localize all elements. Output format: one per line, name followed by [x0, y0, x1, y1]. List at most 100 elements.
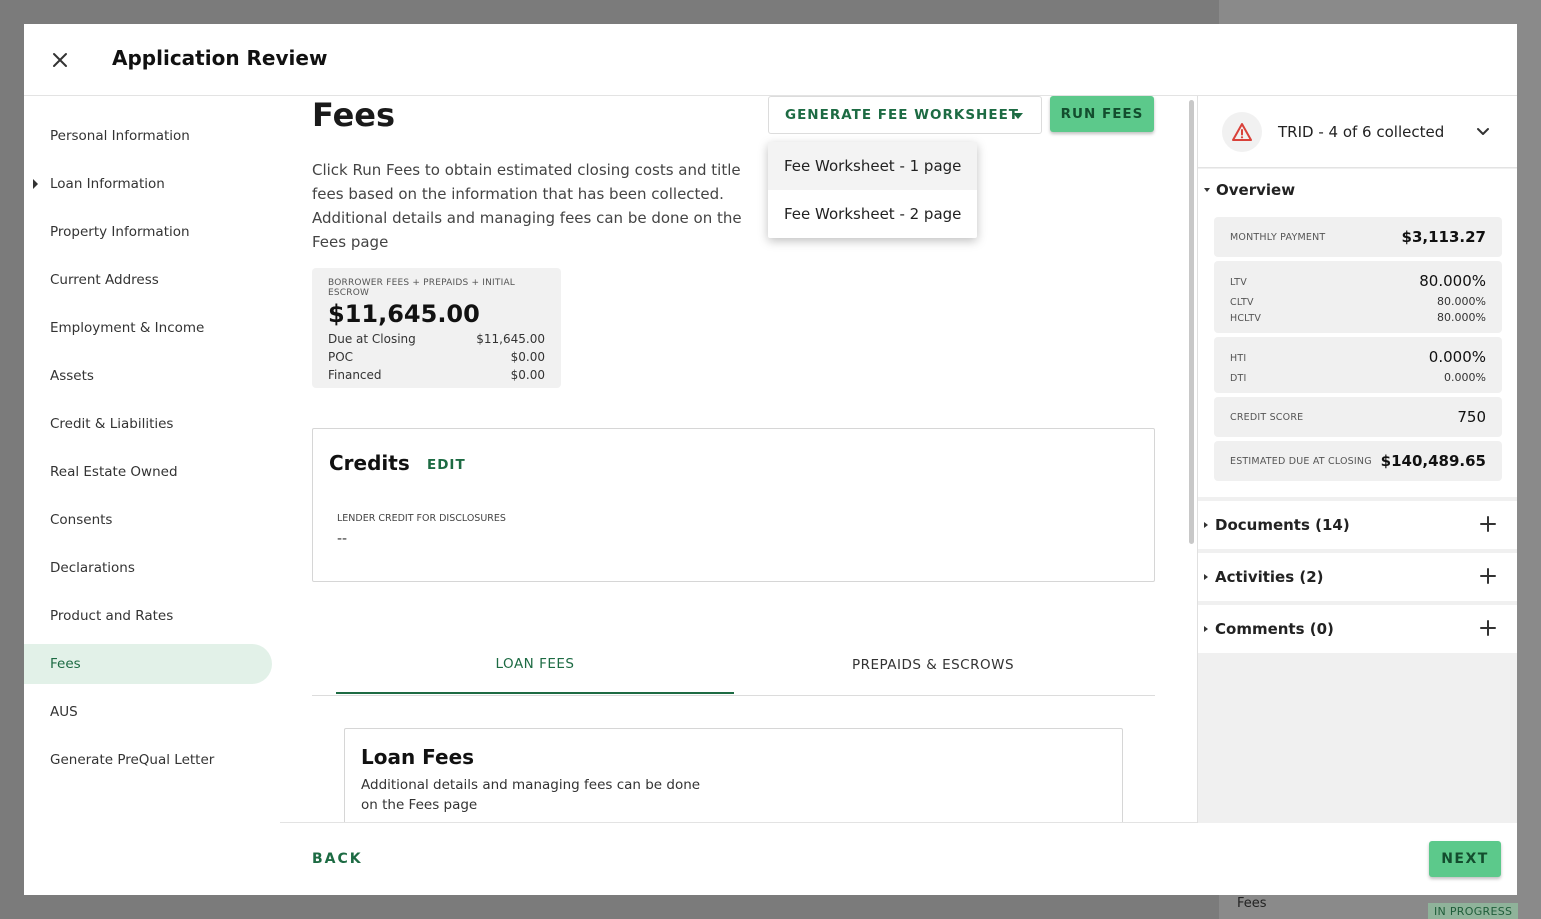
generate-fee-worksheet-button[interactable]: GENERATE FEE WORKSHEET [768, 96, 1042, 134]
run-fees-button[interactable]: RUN FEES [1050, 96, 1154, 132]
generate-fee-worksheet-label: GENERATE FEE WORKSHEET [785, 107, 1020, 123]
sidebar-item-fees[interactable]: Fees [24, 644, 272, 684]
documents-title: Documents (14) [1215, 516, 1350, 534]
fee-row-value: $11,645.00 [476, 332, 545, 346]
fee-tabs: LOAN FEES PREPAIDS & ESCROWS [312, 636, 1155, 696]
modal-header: Application Review [24, 24, 1517, 96]
overview-header[interactable]: Overview [1204, 181, 1295, 199]
sidebar-item-current-address[interactable]: Current Address [24, 260, 272, 300]
loan-fees-title: Loan Fees [361, 745, 475, 769]
activities-section: Activities (2) [1198, 553, 1517, 601]
caret-down-icon [1013, 113, 1023, 119]
expand-caret-icon [1204, 626, 1208, 632]
background-fees-label: Fees [1237, 896, 1267, 911]
sidebar-item-label: Employment & Income [50, 320, 205, 336]
activities-title: Activities (2) [1215, 568, 1324, 586]
sidebar-item-credit-liabilities[interactable]: Credit & Liabilities [24, 404, 272, 444]
sidebar-item-property-information[interactable]: Property Information [24, 212, 272, 252]
sidebar-item-loan-information[interactable]: Loan Information [24, 164, 272, 204]
tab-loan-fees[interactable]: LOAN FEES [336, 636, 734, 694]
estimated-due-box: ESTIMATED DUE AT CLOSING $140,489.65 [1214, 441, 1502, 481]
expand-caret-icon [33, 179, 38, 189]
estimated-due-label: ESTIMATED DUE AT CLOSING [1230, 456, 1372, 467]
sidebar-item-real-estate-owned[interactable]: Real Estate Owned [24, 452, 272, 492]
fee-summary-kicker: BORROWER FEES + PREPAIDS + INITIAL ESCRO… [328, 278, 516, 298]
fee-worksheet-dropdown: Fee Worksheet - 1 page Fee Worksheet - 2… [768, 142, 977, 238]
application-review-modal: Application Review Personal Information … [24, 24, 1517, 895]
lender-credit-label: LENDER CREDIT FOR DISCLOSURES [337, 513, 506, 524]
loan-fees-description: Additional details and managing fees can… [361, 777, 701, 813]
hti-value: 0.000% [1428, 348, 1486, 366]
close-button[interactable] [46, 46, 74, 74]
sidebar-nav: Personal Information Loan Information Pr… [24, 96, 280, 895]
add-comment-icon[interactable] [1480, 620, 1496, 636]
main-scrollbar[interactable] [1189, 100, 1194, 544]
summary-panel: TRID - 4 of 6 collected Overview MONTHLY… [1197, 96, 1517, 823]
sidebar-item-product-and-rates[interactable]: Product and Rates [24, 596, 272, 636]
hti-dti-box: HTI 0.000% DTI 0.000% [1214, 337, 1502, 393]
page-description: Click Run Fees to obtain estimated closi… [312, 161, 742, 251]
sidebar-item-label: Declarations [50, 560, 135, 576]
ltv-label: LTV [1230, 277, 1247, 288]
collapse-caret-icon [1204, 188, 1210, 192]
trid-status-text: TRID - 4 of 6 collected [1278, 123, 1445, 141]
close-icon [53, 53, 67, 67]
sidebar-item-label: Consents [50, 512, 113, 528]
ltv-value: 80.000% [1419, 272, 1486, 290]
fee-row-value: $0.00 [510, 368, 545, 382]
fee-row-label: Financed [328, 368, 382, 382]
sidebar-item-declarations[interactable]: Declarations [24, 548, 272, 588]
monthly-payment-label: MONTHLY PAYMENT [1230, 232, 1326, 243]
fee-row-label: Due at Closing [328, 332, 416, 346]
add-document-icon[interactable] [1480, 516, 1496, 532]
fee-summary-card: BORROWER FEES + PREPAIDS + INITIAL ESCRO… [312, 268, 561, 388]
comments-header[interactable]: Comments (0) [1204, 620, 1334, 638]
ltv-box: LTV 80.000% CLTV 80.000% HCLTV 80.000% [1214, 261, 1502, 333]
sidebar-item-label: Assets [50, 368, 94, 384]
monthly-payment-box: MONTHLY PAYMENT $3,113.27 [1214, 217, 1502, 257]
documents-header[interactable]: Documents (14) [1204, 516, 1350, 534]
credits-title: Credits [329, 451, 410, 475]
sidebar-item-label: Real Estate Owned [50, 464, 178, 480]
sidebar-item-label: Generate PreQual Letter [50, 752, 215, 768]
sidebar-item-employment-income[interactable]: Employment & Income [24, 308, 272, 348]
main-content[interactable]: Fees Click Run Fees to obtain estimated … [280, 96, 1197, 823]
dropdown-option-2-page[interactable]: Fee Worksheet - 2 page [768, 190, 977, 238]
sidebar-item-label: Loan Information [50, 176, 165, 192]
sidebar-item-label: Credit & Liabilities [50, 416, 174, 432]
fee-row-value: $0.00 [510, 350, 545, 364]
dropdown-option-1-page[interactable]: Fee Worksheet - 1 page [768, 142, 977, 190]
cltv-value: 80.000% [1437, 295, 1486, 308]
activities-header[interactable]: Activities (2) [1204, 568, 1324, 586]
sidebar-item-label: Property Information [50, 224, 190, 240]
comments-section: Comments (0) [1198, 605, 1517, 653]
sidebar-item-personal-information[interactable]: Personal Information [24, 116, 272, 156]
sidebar-item-assets[interactable]: Assets [24, 356, 272, 396]
page-title: Fees [312, 96, 396, 134]
monthly-payment-value: $3,113.27 [1401, 228, 1486, 246]
sidebar-item-generate-prequal-letter[interactable]: Generate PreQual Letter [24, 740, 272, 780]
dti-value: 0.000% [1444, 371, 1486, 384]
sidebar-item-label: Product and Rates [50, 608, 174, 624]
estimated-due-value: $140,489.65 [1380, 452, 1486, 470]
chevron-down-icon[interactable] [1474, 123, 1492, 141]
comments-title: Comments (0) [1215, 620, 1334, 638]
lender-credit-value: -- [337, 531, 348, 547]
tab-prepaids-escrows[interactable]: PREPAIDS & ESCROWS [734, 636, 1132, 694]
sidebar-item-consents[interactable]: Consents [24, 500, 272, 540]
overview-section: Overview MONTHLY PAYMENT $3,113.27 LTV 8… [1198, 169, 1517, 497]
sidebar-item-aus[interactable]: AUS [24, 692, 272, 732]
next-button[interactable]: NEXT [1429, 841, 1501, 877]
sidebar-item-label: Current Address [50, 272, 159, 288]
trid-status[interactable]: TRID - 4 of 6 collected [1198, 96, 1517, 168]
add-activity-icon[interactable] [1480, 568, 1496, 584]
credit-score-box: CREDIT SCORE 750 [1214, 397, 1502, 437]
hcltv-value: 80.000% [1437, 311, 1486, 324]
credits-edit-button[interactable]: EDIT [427, 457, 466, 473]
overview-title: Overview [1216, 181, 1296, 199]
credits-card: Credits EDIT LENDER CREDIT FOR DISCLOSUR… [312, 428, 1155, 582]
sidebar-item-label: Personal Information [50, 128, 190, 144]
fee-row-poc: POC $0.00 [328, 350, 545, 364]
modal-footer: BACK NEXT [280, 822, 1517, 895]
back-button[interactable]: BACK [312, 851, 363, 867]
